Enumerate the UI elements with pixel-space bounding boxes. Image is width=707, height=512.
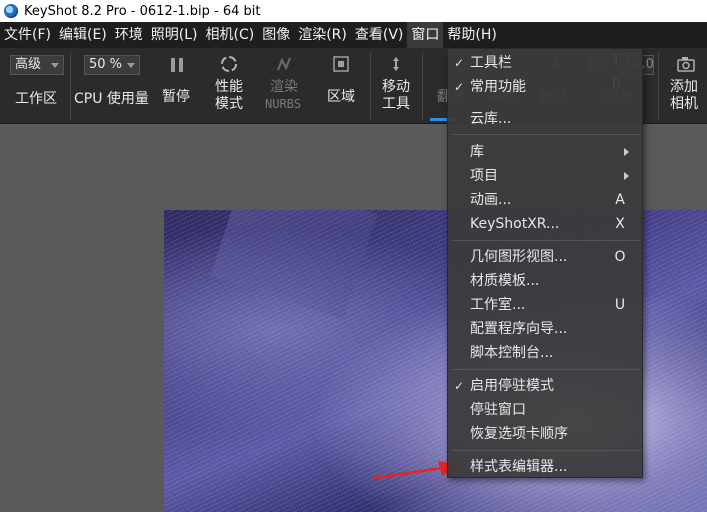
- menu-item-label: 常用功能: [470, 79, 526, 95]
- menu-item-shortcut: A: [615, 192, 625, 208]
- workspace-label: 工作区: [15, 91, 57, 107]
- chevron-down-icon: [51, 63, 59, 68]
- menu-item-dock-window[interactable]: 停驻窗口: [448, 399, 644, 421]
- toolbar-divider: [658, 52, 659, 120]
- menu-view[interactable]: 查看(V): [351, 22, 408, 48]
- region-label: 区域: [327, 89, 355, 105]
- menu-item-label: 材质模板...: [470, 273, 540, 289]
- menu-item-restore-tab-order[interactable]: 恢复选项卡顺序: [448, 423, 644, 445]
- menu-help[interactable]: 帮助(H): [443, 22, 500, 48]
- toolbar-divider: [370, 52, 371, 120]
- menu-item-label: 恢复选项卡顺序: [470, 426, 568, 442]
- chevron-right-icon: [624, 172, 629, 180]
- menu-item-label: 样式表编辑器...: [470, 459, 568, 475]
- menu-item-configurator-wizard[interactable]: 配置程序向导...: [448, 318, 644, 340]
- chevron-down-icon: [127, 63, 135, 68]
- checkmark-icon: ✓: [454, 56, 465, 70]
- menu-item-geometry-view[interactable]: 几何图形视图... O: [448, 246, 644, 268]
- cpu-usage-select[interactable]: 50 %: [84, 55, 140, 75]
- menu-item-cloud-library[interactable]: 云库...: [448, 108, 644, 130]
- title-bar: KeyShot 8.2 Pro - 0612-1.bip - 64 bit: [0, 0, 707, 22]
- keyshot-logo-icon: [4, 4, 18, 18]
- menu-item-shortcut: U: [614, 297, 626, 313]
- checkmark-icon: ✓: [454, 379, 465, 393]
- menu-item-label: 配置程序向导...: [470, 321, 568, 337]
- menu-item-label: KeyShotXR...: [470, 216, 560, 232]
- add-camera-label-2: 相机: [670, 96, 698, 112]
- workspace-select-value: 高级: [15, 57, 42, 72]
- pause-icon: [171, 58, 183, 72]
- menu-bar: 文件(F) 编辑(E) 环境 照明(L) 相机(C) 图像 渲染(R) 查看(V…: [0, 22, 707, 48]
- cpu-usage-label: CPU 使用量: [74, 91, 149, 107]
- fabric-fold: [210, 210, 378, 319]
- menu-item-script-console[interactable]: 脚本控制台...: [448, 342, 644, 364]
- menu-separator: [452, 240, 640, 241]
- workspace-select[interactable]: 高级: [10, 55, 64, 75]
- camera-icon: [677, 57, 695, 72]
- move-tool-label-1: 移动: [382, 79, 410, 95]
- menu-lighting[interactable]: 照明(L): [147, 22, 202, 48]
- add-camera-label-1: 添加: [670, 79, 698, 95]
- menu-item-shortcut: O: [614, 249, 626, 265]
- menu-item-animation[interactable]: 动画... A: [448, 189, 644, 211]
- menu-environment[interactable]: 环境: [111, 22, 147, 48]
- menu-image[interactable]: 图像: [258, 22, 294, 48]
- menu-edit[interactable]: 编辑(E): [55, 22, 111, 48]
- performance-mode-icon: [221, 56, 237, 72]
- menu-item-library[interactable]: 库: [448, 141, 644, 163]
- menu-item-enable-docking[interactable]: ✓ 启用停驻模式: [448, 375, 644, 397]
- window-title: KeyShot 8.2 Pro - 0612-1.bip - 64 bit: [24, 3, 261, 19]
- nurbs-icon: [277, 57, 291, 71]
- render-nurbs-label-2: NURBS: [265, 97, 302, 111]
- menu-item-label: 库: [470, 144, 484, 160]
- menu-separator: [452, 369, 640, 370]
- toolbar-divider: [422, 52, 423, 120]
- cpu-usage-value: 50 %: [89, 57, 123, 72]
- menu-item-common-functions[interactable]: ✓ 常用功能: [448, 76, 644, 98]
- render-nurbs-label-1: 渲染: [270, 79, 298, 95]
- move-tool-label-2: 工具: [382, 96, 410, 112]
- menu-item-label: 停驻窗口: [470, 402, 526, 418]
- menu-item-label: 脚本控制台...: [470, 345, 554, 361]
- performance-label-1: 性能: [215, 79, 243, 95]
- checkmark-icon: ✓: [454, 80, 465, 94]
- window-menu-dropdown: ✓ 工具栏 ✓ 常用功能 云库... 库 项目 动画... A KeyShotX…: [447, 48, 643, 478]
- menu-item-keyshotxr[interactable]: KeyShotXR... X: [448, 213, 644, 235]
- toolbar-divider: [70, 52, 71, 120]
- menu-item-label: 项目: [470, 168, 498, 184]
- menu-file[interactable]: 文件(F): [0, 22, 55, 48]
- menu-item-label: 几何图形视图...: [470, 249, 568, 265]
- menu-item-toolbar[interactable]: ✓ 工具栏: [448, 52, 644, 74]
- chevron-right-icon: [624, 148, 629, 156]
- menu-separator: [452, 134, 640, 135]
- menu-render[interactable]: 渲染(R): [294, 22, 351, 48]
- menu-item-material-template[interactable]: 材质模板...: [448, 270, 644, 292]
- menu-item-stylesheet-editor[interactable]: 样式表编辑器...: [448, 456, 644, 478]
- menu-item-shortcut: X: [615, 216, 625, 232]
- menu-separator: [452, 450, 640, 451]
- menu-item-label: 云库...: [470, 111, 512, 127]
- pause-label: 暂停: [162, 89, 190, 105]
- move-tool-icon: [393, 57, 399, 71]
- performance-label-2: 模式: [215, 96, 243, 112]
- region-icon: [333, 56, 349, 72]
- menu-window[interactable]: 窗口: [407, 22, 444, 48]
- menu-item-label: 工作室...: [470, 297, 526, 313]
- menu-camera[interactable]: 相机(C): [202, 22, 259, 48]
- menu-item-project[interactable]: 项目: [448, 165, 644, 187]
- menu-item-label: 启用停驻模式: [470, 378, 554, 394]
- menu-item-studio[interactable]: 工作室... U: [448, 294, 644, 316]
- menu-item-label: 动画...: [470, 192, 512, 208]
- menu-item-label: 工具栏: [470, 55, 512, 71]
